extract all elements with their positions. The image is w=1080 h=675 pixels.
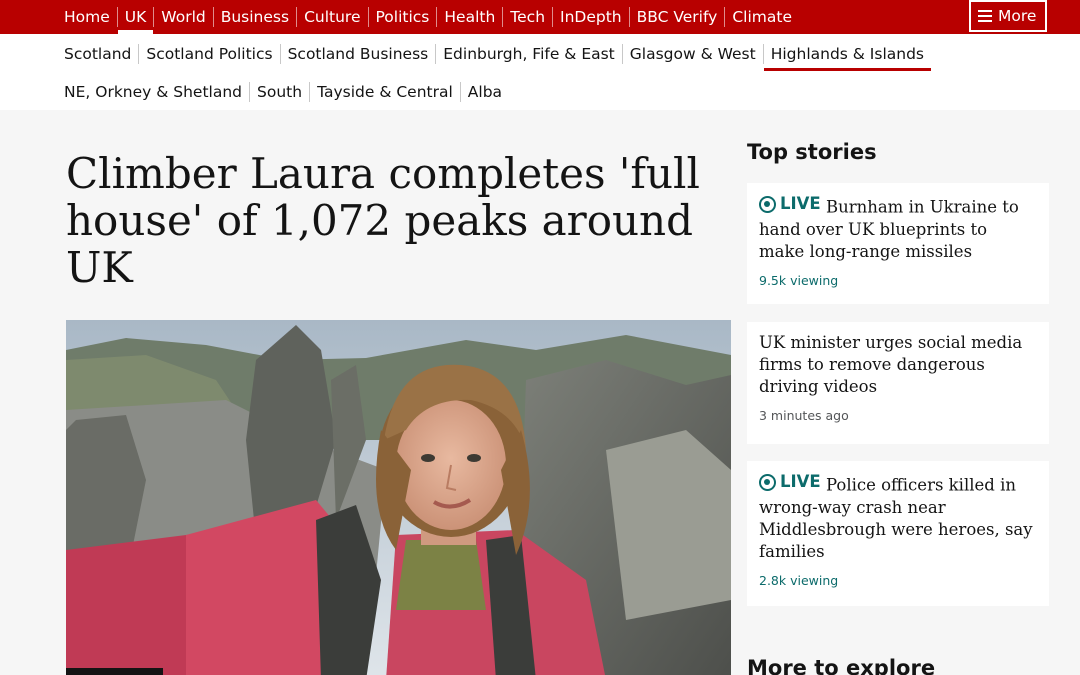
article-headline: Climber Laura completes 'full house' of …	[66, 149, 700, 292]
subnav-scotland-politics[interactable]: Scotland Politics	[138, 44, 279, 64]
sub-nav-row-1: Scotland Scotland Politics Scotland Busi…	[57, 42, 932, 71]
top-stories-heading: Top stories	[747, 140, 877, 164]
story-meta-3: 2.8k viewing	[759, 572, 839, 588]
sub-navigation: Scotland Scotland Politics Scotland Busi…	[0, 34, 1080, 110]
top-nav-items: Home UK World Business Culture Politics …	[57, 0, 799, 34]
more-menu-button[interactable]: More	[969, 0, 1047, 32]
climber-photo	[66, 320, 731, 675]
subnav-glasgow-west[interactable]: Glasgow & West	[621, 44, 763, 64]
live-badge: LIVE	[759, 471, 821, 493]
nav-world[interactable]: World	[153, 7, 212, 27]
nav-home[interactable]: Home	[57, 7, 117, 27]
top-navigation-bar: Home UK World Business Culture Politics …	[0, 0, 1080, 34]
live-label: LIVE	[780, 472, 821, 491]
subnav-tayside-central[interactable]: Tayside & Central	[309, 82, 460, 102]
story-headline-text: UK minister urges social media firms to …	[759, 333, 1023, 396]
nav-politics[interactable]: Politics	[367, 7, 437, 27]
live-icon	[759, 473, 776, 491]
subnav-ne-orkney-shetland[interactable]: NE, Orkney & Shetland	[57, 82, 249, 102]
subnav-edinburgh-fife-east[interactable]: Edinburgh, Fife & East	[435, 44, 622, 64]
article-hero-image	[66, 320, 731, 675]
nav-culture[interactable]: Culture	[296, 7, 367, 27]
nav-uk[interactable]: UK	[116, 7, 154, 34]
story-card-2[interactable]: UK minister urges social media firms to …	[747, 322, 1049, 444]
story-card-1[interactable]: LIVE Burnham in Ukraine to hand over UK …	[747, 183, 1049, 304]
nav-business[interactable]: Business	[212, 7, 296, 27]
subnav-alba[interactable]: Alba	[459, 82, 509, 102]
subnav-south[interactable]: South	[249, 82, 309, 102]
story-meta-1: 9.5k viewing	[759, 272, 839, 288]
image-caption-tab	[66, 668, 163, 675]
story-title-1[interactable]: LIVE Burnham in Ukraine to hand over UK …	[759, 193, 1037, 263]
more-label: More	[998, 7, 1037, 25]
nav-health[interactable]: Health	[436, 7, 502, 27]
nav-bbc-verify[interactable]: BBC Verify	[628, 7, 725, 27]
story-title-2[interactable]: UK minister urges social media firms to …	[759, 332, 1037, 398]
live-badge: LIVE	[759, 193, 821, 215]
story-card-3[interactable]: LIVE Police officers killed in wrong-way…	[747, 461, 1049, 606]
sub-nav-row-2: NE, Orkney & Shetland South Tayside & Ce…	[57, 80, 509, 104]
nav-indepth[interactable]: InDepth	[552, 7, 629, 27]
story-title-3[interactable]: LIVE Police officers killed in wrong-way…	[759, 471, 1037, 563]
subnav-highlands-islands[interactable]: Highlands & Islands	[762, 44, 932, 71]
subnav-scotland[interactable]: Scotland	[57, 44, 138, 64]
live-label: LIVE	[780, 194, 821, 213]
story-meta-2: 3 minutes ago	[759, 408, 849, 423]
hamburger-icon	[978, 10, 992, 22]
live-icon	[759, 195, 776, 213]
nav-tech[interactable]: Tech	[502, 7, 552, 27]
nav-climate[interactable]: Climate	[724, 7, 799, 27]
subnav-scotland-business[interactable]: Scotland Business	[279, 44, 436, 64]
more-to-explore-heading: More to explore	[747, 656, 936, 675]
